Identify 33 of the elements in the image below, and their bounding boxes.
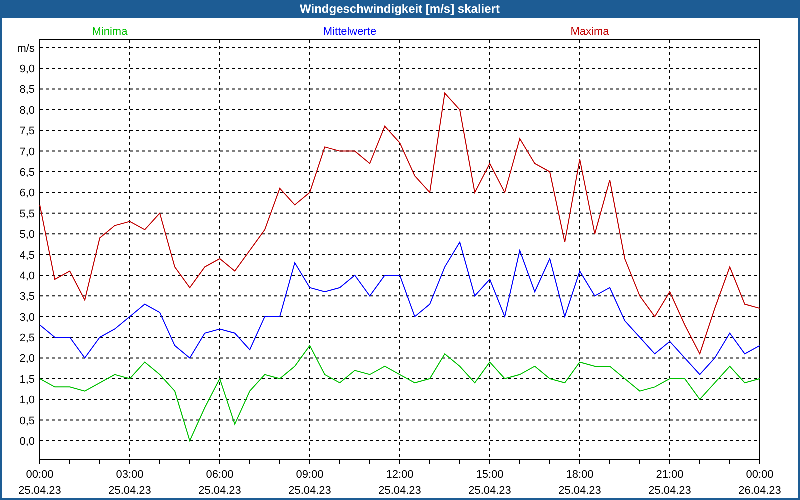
axis-label: 3,0	[20, 312, 35, 324]
axis-label: 06:00 25.04.23	[198, 469, 242, 497]
axis-label: 18:00 25.04.23	[558, 469, 602, 497]
axis-label: 1,5	[20, 374, 35, 386]
axis-label: 21:00 25.04.23	[648, 469, 692, 497]
axis-label: 5,5	[20, 208, 35, 220]
legend-label: Minima	[92, 26, 128, 38]
axis-label: 2,0	[20, 353, 35, 366]
axis-label: 12:00 25.04.23	[378, 469, 422, 497]
axis-label: 7,0	[20, 146, 35, 158]
axis-label: 4,5	[20, 250, 35, 262]
axis-label: 15:00 25.04.23	[468, 469, 512, 497]
axis-label: 5,0	[20, 229, 35, 242]
window-title: Windgeschwindigkeit [m/s] skaliert	[299, 1, 501, 18]
axis-label: 0,5	[20, 415, 35, 428]
axis-label: 8,0	[20, 104, 35, 117]
axis-label: 3,5	[20, 291, 35, 304]
axis-label: 9,0	[20, 64, 35, 76]
axis-label: 4,0	[20, 270, 35, 282]
axis-title: m/s	[17, 42, 35, 55]
axis-label: 7,5	[20, 126, 35, 138]
axis-label: 00:00 26.04.23	[738, 469, 782, 497]
axis-label: 6,5	[20, 167, 35, 179]
axis-label: 00:00 25.04.23	[18, 469, 62, 497]
axis-label: 09:00 25.04.23	[288, 469, 332, 497]
axis-label: 1,0	[20, 394, 35, 407]
legend-label: Maxima	[570, 26, 610, 38]
axis-label: 03:00 25.04.23	[108, 469, 152, 497]
axis-label: 6,0	[20, 188, 35, 200]
axis-label: 0,0	[20, 436, 35, 448]
axis-label: 8,5	[20, 84, 35, 96]
legend-label: Mittelwerte	[323, 26, 377, 38]
axis-label: 2,5	[20, 332, 35, 345]
